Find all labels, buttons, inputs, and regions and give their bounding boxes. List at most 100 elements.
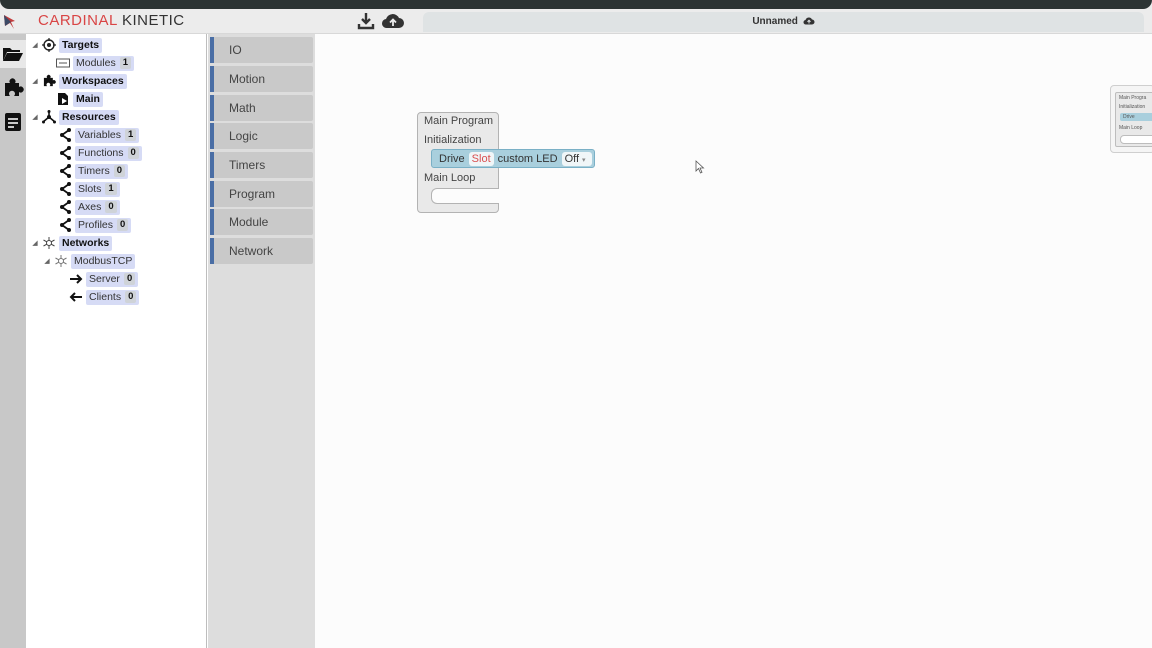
document-icon (5, 113, 21, 131)
tree-node-profiles[interactable]: Profiles 0 (55, 217, 132, 233)
collapse-caret-icon[interactable]: ◢ (31, 77, 39, 85)
arrow-right-icon (68, 271, 84, 287)
block-workspace[interactable]: Main Program Initialization Main Loop Dr… (315, 34, 1152, 648)
minimap-init: Initialization (1119, 104, 1146, 110)
collapse-caret-icon[interactable]: ◢ (31, 239, 39, 247)
blocks-button[interactable] (0, 74, 26, 102)
share-node-icon (57, 217, 73, 233)
project-tree: ◢ Targets Modules 1 ◢ Workspaces Main ◢ … (26, 34, 207, 648)
variables-count-badge: 1 (125, 129, 137, 141)
main-loop-label: Main Loop (424, 172, 476, 184)
window-strip (0, 0, 1152, 9)
top-bar: CARDINAL KINETIC Unnamed (0, 0, 1152, 34)
category-io[interactable]: IO (210, 37, 313, 63)
tree-node-slots[interactable]: Slots 1 (55, 181, 120, 197)
category-timers[interactable]: Timers (210, 152, 313, 178)
share-node-icon (57, 163, 73, 179)
network-icon (41, 235, 57, 251)
target-icon (41, 37, 57, 53)
collapse-caret-icon[interactable]: ◢ (31, 41, 39, 49)
tree-label-modbustcp: ModbusTCP (71, 253, 136, 269)
document-title-bar[interactable]: Unnamed (423, 12, 1144, 32)
clients-text: Clients (89, 291, 122, 303)
brand-name: CARDINAL KINETIC (38, 12, 185, 29)
tree-node-workspaces[interactable]: ◢ Workspaces (31, 73, 127, 89)
mouse-cursor-icon (695, 160, 705, 174)
tree-node-functions[interactable]: Functions 0 (55, 145, 142, 161)
tree-node-networks[interactable]: ◢ Networks (31, 235, 113, 251)
category-module[interactable]: Module (210, 209, 313, 235)
tree-node-variables[interactable]: Variables 1 (55, 127, 140, 143)
state-dropdown[interactable]: Off (561, 151, 592, 166)
left-icon-bar (0, 34, 26, 648)
cardinal-logo-icon (4, 15, 15, 29)
profiles-count-badge: 0 (117, 219, 129, 231)
tree-node-modbustcp[interactable]: ◢ ModbusTCP (43, 253, 136, 269)
share-node-icon (57, 181, 73, 197)
tree-node-main[interactable]: Main (53, 91, 103, 107)
clients-count-badge: 0 (125, 291, 137, 303)
download-icon[interactable] (356, 11, 376, 31)
slots-count-badge: 1 (105, 183, 117, 195)
tree-label-workspaces: Workspaces (59, 73, 127, 89)
functions-count-badge: 0 (127, 147, 139, 159)
slot-field[interactable]: Slot (468, 151, 494, 166)
cloud-upload-icon[interactable] (381, 11, 405, 31)
puzzle-icon (41, 73, 57, 89)
tree-node-timers[interactable]: Timers 0 (55, 163, 128, 179)
functions-text: Functions (78, 147, 124, 159)
main-loop-slot[interactable] (431, 188, 499, 204)
brand-part1: CARDINAL (38, 12, 118, 29)
slots-text: Slots (78, 183, 102, 195)
tree-node-axes[interactable]: Axes 0 (55, 199, 120, 215)
workspace-minimap[interactable]: Main Progra Initialization Drive Main Lo… (1110, 85, 1152, 153)
modules-count-badge: 1 (119, 57, 131, 69)
module-icon (55, 55, 71, 71)
tree-label-resources: Resources (59, 109, 119, 125)
category-motion[interactable]: Motion (210, 66, 313, 92)
drive-block[interactable]: Drive Slot custom LED Off (431, 149, 595, 168)
document-title: Unnamed (752, 16, 798, 27)
document-button[interactable] (0, 108, 26, 136)
share-node-icon (57, 199, 73, 215)
share-node-icon (57, 127, 73, 143)
profiles-text: Profiles (78, 219, 114, 231)
device-label: custom LED (497, 152, 558, 165)
category-program[interactable]: Program (210, 181, 313, 207)
tree-label-clients: Clients 0 (86, 289, 140, 305)
collapse-caret-icon[interactable]: ◢ (31, 113, 39, 121)
drive-label: Drive (439, 152, 465, 165)
server-count-badge: 0 (123, 273, 136, 285)
tree-node-targets[interactable]: ◢ Targets (31, 37, 103, 53)
brand-part2: KINETIC (121, 12, 185, 29)
axes-count-badge: 0 (105, 201, 117, 213)
minimap-loop: Main Loop (1119, 125, 1143, 131)
main-program-title: Main Program (424, 115, 494, 127)
folder-open-icon (3, 48, 23, 61)
tree-node-clients[interactable]: Clients 0 (66, 289, 140, 305)
minimap-title: Main Progra (1119, 95, 1147, 101)
tree-node-server[interactable]: Server 0 (66, 271, 139, 287)
tree-label-slots: Slots 1 (75, 181, 120, 197)
variables-text: Variables (78, 129, 121, 141)
tree-node-modules[interactable]: Modules 1 (53, 55, 134, 71)
tree-node-resources[interactable]: ◢ Resources (31, 109, 119, 125)
category-network[interactable]: Network (210, 238, 313, 264)
collapse-caret-icon[interactable]: ◢ (43, 257, 51, 265)
tree-label-targets: Targets (59, 37, 103, 53)
arrow-left-icon (68, 289, 84, 305)
category-logic[interactable]: Logic (210, 123, 313, 149)
timers-text: Timers (78, 165, 110, 177)
workspace-file-icon (55, 91, 71, 107)
minimap-drive: Drive (1120, 113, 1152, 121)
minimap-block: Main Progra Initialization Drive Main Lo… (1115, 92, 1152, 147)
timers-count-badge: 0 (113, 165, 125, 177)
category-math[interactable]: Math (210, 95, 313, 121)
tree-label-functions: Functions 0 (75, 145, 142, 161)
tree-label-main: Main (73, 91, 103, 107)
share-node-icon (57, 145, 73, 161)
open-project-button[interactable] (0, 40, 26, 68)
cloud-status-icon (803, 17, 815, 25)
minimap-slot (1120, 135, 1152, 144)
tree-label-variables: Variables 1 (75, 127, 140, 143)
